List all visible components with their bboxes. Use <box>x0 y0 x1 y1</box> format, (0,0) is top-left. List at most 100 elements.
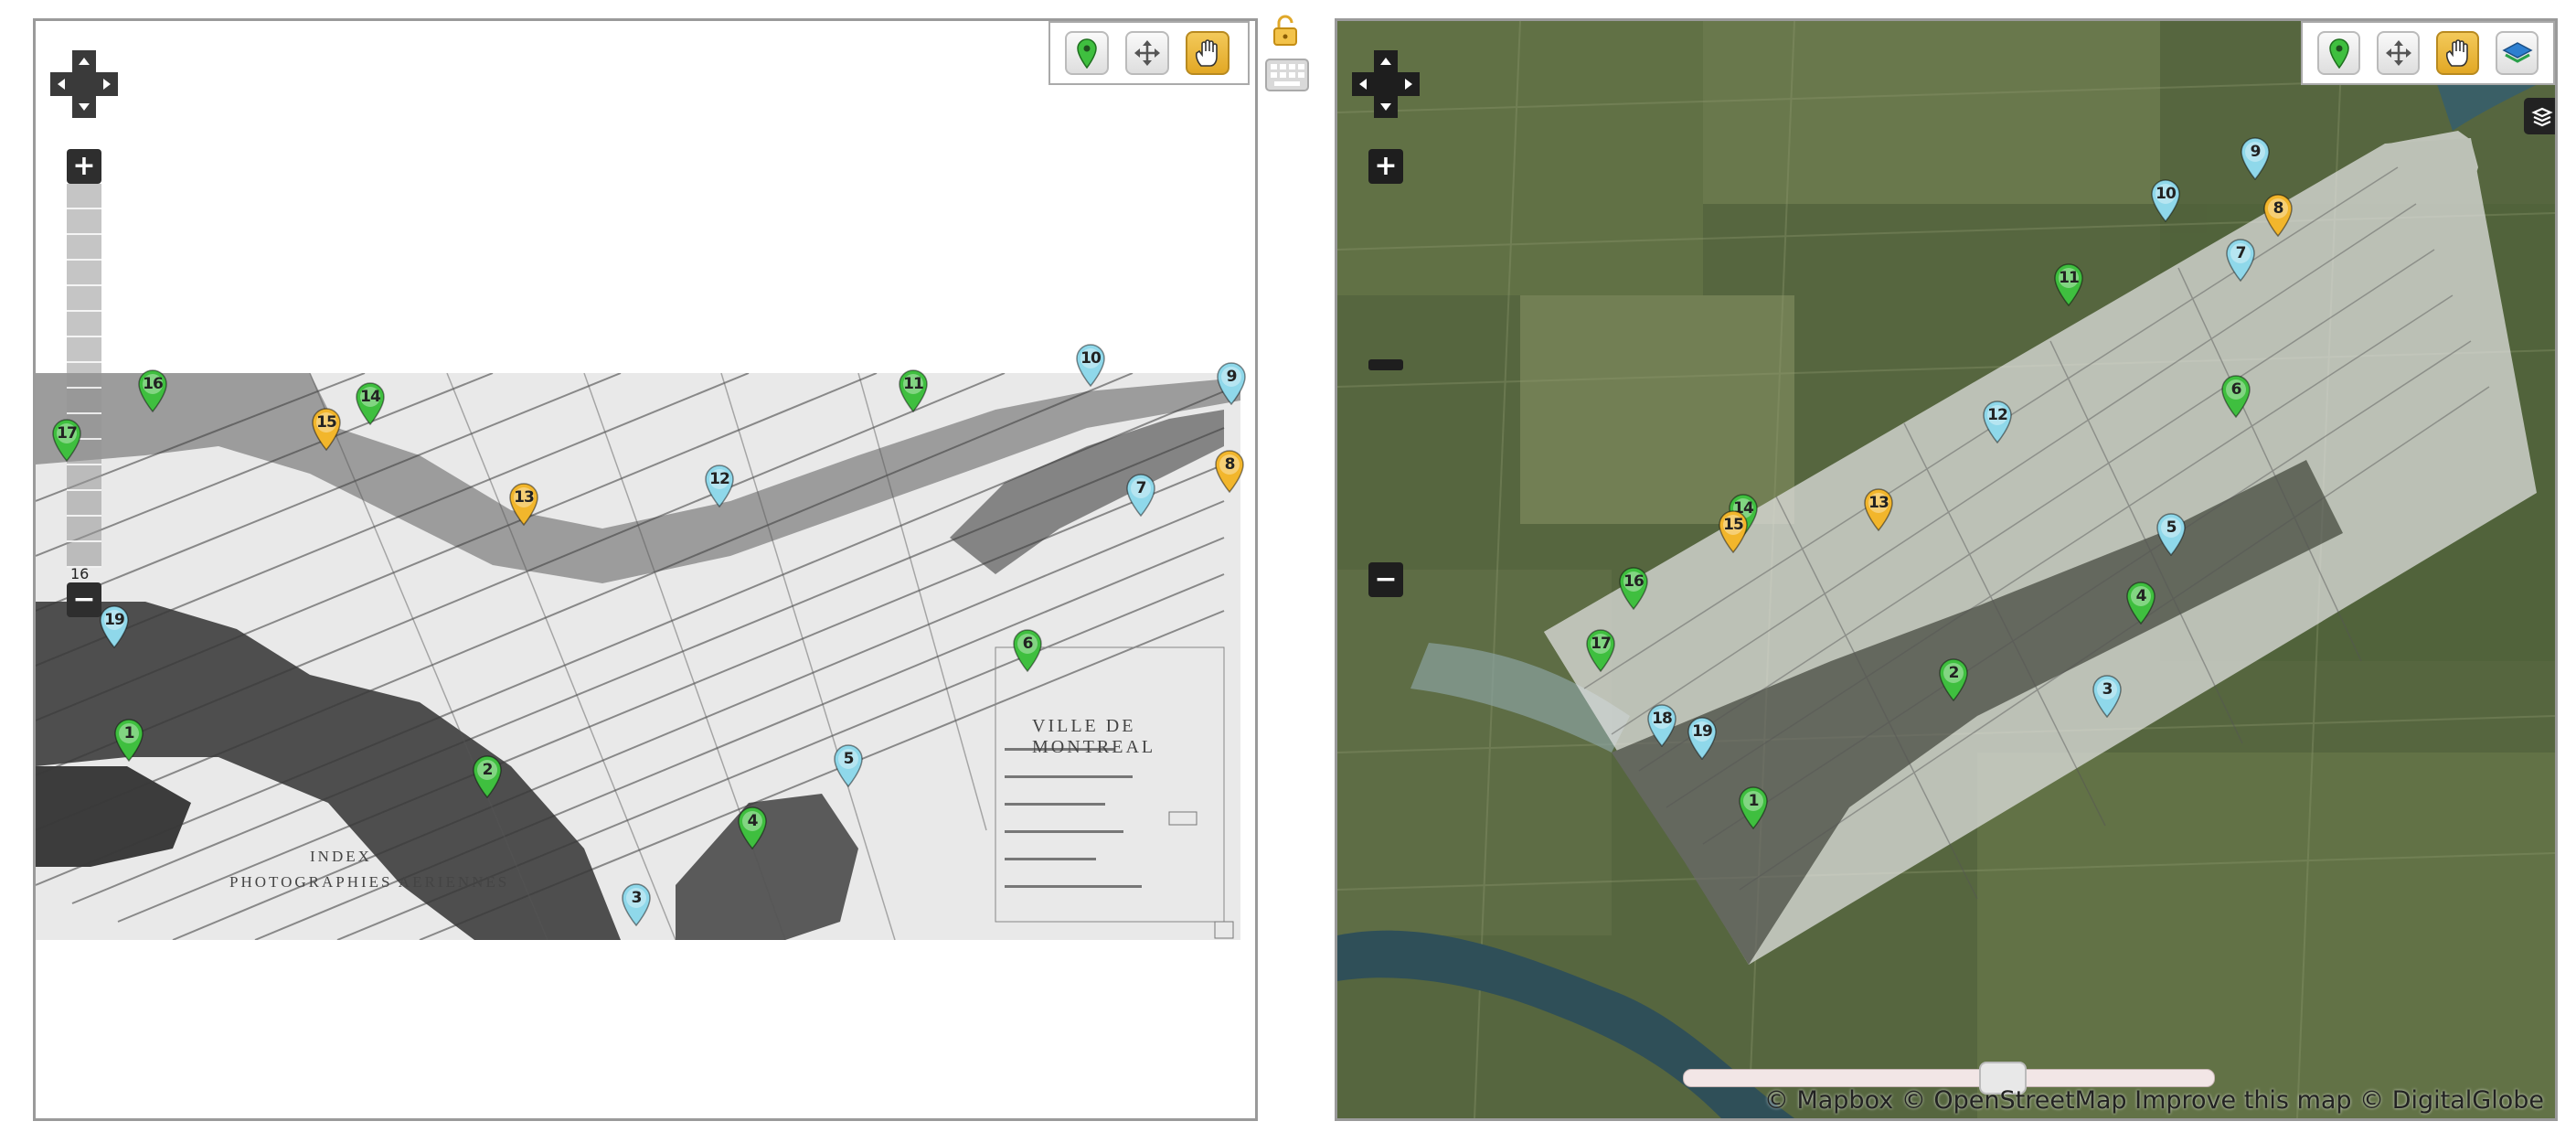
map-marker-15[interactable]: 15 <box>310 407 343 451</box>
marker-number: 9 <box>1226 368 1238 386</box>
map-marker-3[interactable]: 3 <box>2091 674 2124 718</box>
map-marker-16[interactable]: 16 <box>136 368 169 412</box>
map-marker-4[interactable]: 4 <box>736 806 769 849</box>
move-icon <box>1134 40 1160 66</box>
zoom-level-step[interactable] <box>67 312 101 337</box>
right-toolbar <box>2301 21 2555 85</box>
map-marker-6[interactable]: 6 <box>1011 628 1044 672</box>
right-map-panel[interactable]: + − © Mapbox © OpenStreetMap Improve thi… <box>1335 18 2558 1121</box>
layer-switcher-button[interactable] <box>2524 98 2555 134</box>
zoom-level-step[interactable] <box>67 184 101 209</box>
add-marker-button[interactable] <box>1065 31 1109 75</box>
zoom-bar[interactable]: + 16 − <box>67 149 101 617</box>
move-button[interactable] <box>2377 31 2420 75</box>
map-marker-9[interactable]: 9 <box>1215 361 1248 405</box>
map-marker-1[interactable]: 1 <box>112 718 145 762</box>
map-marker-19[interactable]: 19 <box>1686 716 1719 760</box>
hand-icon <box>2445 39 2468 67</box>
map-marker-3[interactable]: 3 <box>620 882 653 926</box>
map-marker-16[interactable]: 16 <box>1617 566 1650 610</box>
map-marker-17[interactable]: 17 <box>1584 628 1617 672</box>
index-label: INDEX <box>310 848 372 865</box>
map-marker-9[interactable]: 9 <box>2239 136 2272 180</box>
marker-number: 11 <box>2059 269 2080 287</box>
zoom-slider-handle[interactable] <box>1368 359 1403 370</box>
marker-number: 7 <box>2235 244 2247 262</box>
map-marker-7[interactable]: 7 <box>1124 473 1157 517</box>
map-marker-19[interactable]: 19 <box>98 604 131 648</box>
pan-control[interactable] <box>50 50 118 118</box>
marker-number: 2 <box>1948 664 1960 682</box>
map-marker-10[interactable]: 10 <box>1074 343 1107 387</box>
map-marker-7[interactable]: 7 <box>2224 238 2257 282</box>
zoom-level-step[interactable] <box>67 389 101 414</box>
map-marker-5[interactable]: 5 <box>832 743 865 787</box>
left-map-panel[interactable]: VILLE DE MONTREAL INDEX PHOTOGRAPHIES AE… <box>33 18 1258 1121</box>
marker-number: 10 <box>2156 185 2177 203</box>
marker-number: 10 <box>1080 349 1102 368</box>
map-attribution[interactable]: © Mapbox © OpenStreetMap Improve this ma… <box>1764 1086 2544 1115</box>
zoom-level-step[interactable] <box>67 542 101 568</box>
map-marker-8[interactable]: 8 <box>1213 449 1246 493</box>
hand-icon <box>1195 39 1218 67</box>
zoom-out-button[interactable]: − <box>1368 562 1403 597</box>
zoom-level-step[interactable] <box>67 363 101 389</box>
marker-number: 13 <box>1868 494 1889 512</box>
zoom-level-step[interactable] <box>67 261 101 286</box>
zoom-level-step[interactable] <box>67 209 101 235</box>
map-title-text: VILLE DE MONTREAL <box>1032 716 1156 757</box>
map-marker-11[interactable]: 11 <box>897 368 930 412</box>
marker-number: 8 <box>1224 455 1236 474</box>
map-marker-2[interactable]: 2 <box>1937 657 1970 701</box>
zoom-level-step[interactable] <box>67 465 101 491</box>
zoom-level-step[interactable] <box>67 517 101 542</box>
zoom-level-step[interactable] <box>67 286 101 312</box>
move-button[interactable] <box>1125 31 1169 75</box>
map-marker-12[interactable]: 12 <box>1981 400 2014 443</box>
map-marker-12[interactable]: 12 <box>703 464 736 507</box>
zoom-bar[interactable]: + − <box>1368 149 1403 617</box>
marker-number: 15 <box>1723 516 1744 534</box>
move-icon <box>2385 40 2411 66</box>
keyboard-icon[interactable] <box>1265 59 1309 91</box>
marker-number: 17 <box>1591 635 1612 653</box>
index-sublabel: PHOTOGRAPHIES AERIENNES <box>229 873 510 891</box>
pan-button[interactable] <box>2436 31 2479 75</box>
marker-number: 14 <box>360 388 381 406</box>
marker-number: 5 <box>843 750 855 768</box>
marker-number: 11 <box>903 375 924 393</box>
map-marker-15[interactable]: 15 <box>1717 509 1750 553</box>
zoom-in-button[interactable]: + <box>1368 149 1403 184</box>
map-marker-17[interactable]: 17 <box>50 418 83 462</box>
map-marker-4[interactable]: 4 <box>2124 581 2157 625</box>
zoom-level-step[interactable] <box>67 235 101 261</box>
opacity-slider[interactable] <box>1683 1069 2215 1087</box>
map-marker-11[interactable]: 11 <box>2052 262 2085 306</box>
marker-number: 4 <box>747 812 759 830</box>
map-marker-10[interactable]: 10 <box>2149 178 2182 222</box>
zoom-level-step[interactable] <box>67 491 101 517</box>
map-marker-1[interactable]: 1 <box>1737 785 1770 829</box>
map-marker-6[interactable]: 6 <box>2219 374 2252 418</box>
zoom-in-button[interactable]: + <box>67 149 101 184</box>
pan-button[interactable] <box>1186 31 1229 75</box>
marker-number: 17 <box>57 424 78 443</box>
marker-number: 12 <box>1987 406 2008 424</box>
map-marker-18[interactable]: 18 <box>1645 703 1678 747</box>
map-marker-13[interactable]: 13 <box>1862 487 1895 531</box>
zoom-out-button[interactable]: − <box>67 582 101 617</box>
add-marker-button[interactable] <box>2317 31 2360 75</box>
map-marker-13[interactable]: 13 <box>507 482 540 526</box>
layers-stack-icon <box>2501 42 2533 63</box>
marker-number: 3 <box>2102 680 2113 699</box>
marker-number: 16 <box>1623 572 1645 591</box>
map-marker-14[interactable]: 14 <box>354 381 387 425</box>
marker-number: 1 <box>123 724 135 742</box>
pan-control[interactable] <box>1352 50 1420 118</box>
zoom-level-step[interactable] <box>67 337 101 363</box>
map-marker-2[interactable]: 2 <box>471 754 504 798</box>
map-marker-5[interactable]: 5 <box>2155 512 2187 556</box>
layers-toggle-button[interactable] <box>2496 31 2539 75</box>
map-marker-8[interactable]: 8 <box>2262 193 2294 237</box>
lock-icon[interactable] <box>1272 15 1298 46</box>
